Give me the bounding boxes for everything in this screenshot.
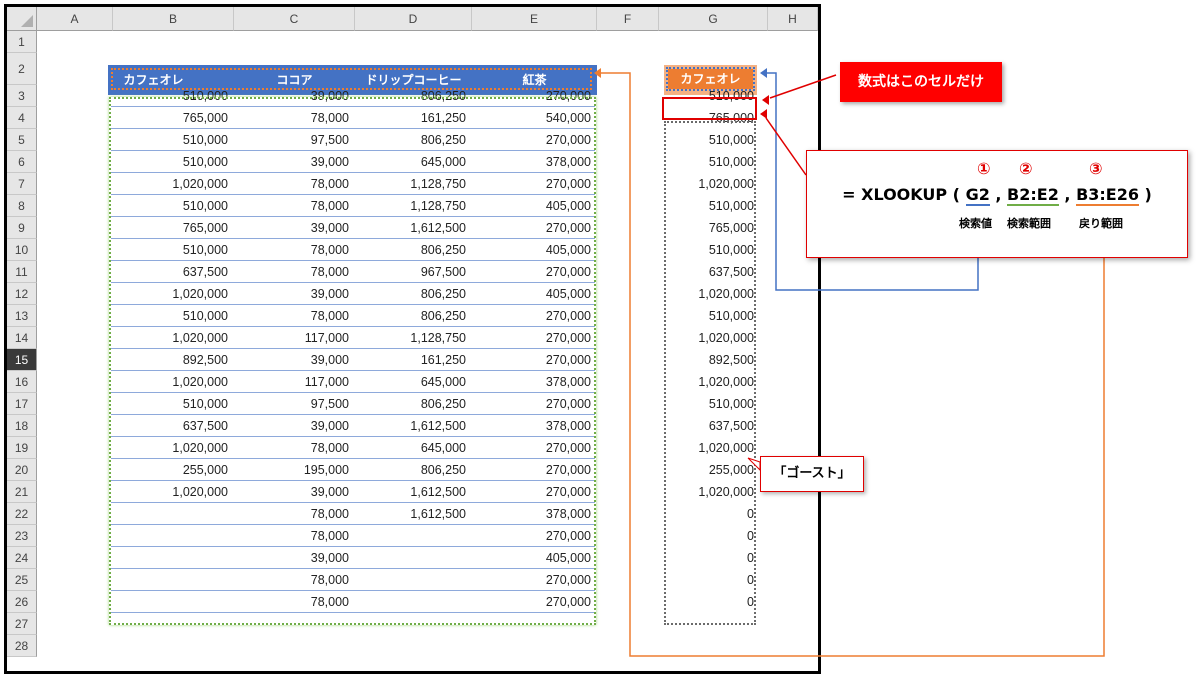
formula-suffix: ) (1138, 185, 1152, 204)
formula-arg3: B3:E26 (1076, 185, 1139, 206)
arg-label-1: 検索値 (959, 217, 992, 230)
arg-label-2: 検索範囲 (1007, 217, 1051, 230)
formula-only-callout: 数式はこのセルだけ (840, 62, 1002, 102)
orange-arrow-icon (594, 68, 601, 78)
ghost-callout: 「ゴースト」 (760, 456, 864, 492)
arg-number-1: ① (977, 159, 991, 178)
arg-number-3: ③ (1089, 159, 1103, 178)
connector-lines (594, 68, 1105, 657)
ghost-callout-tail (747, 457, 761, 472)
red-arrow-icon-1 (762, 95, 769, 105)
formula-text: = XLOOKUP ( G2 , B2:E2 , B3:E26 ) (807, 185, 1187, 206)
formula-prefix: = XLOOKUP ( (842, 185, 966, 204)
arg-label-3: 戻り範囲 (1079, 217, 1123, 230)
formula-callout: = XLOOKUP ( G2 , B2:E2 , B3:E26 ) ① ② ③ 検索値 検… (806, 150, 1188, 258)
formula-arg2: B2:E2 (1007, 185, 1059, 206)
formula-sep2: , (1058, 185, 1077, 204)
formula-sep1: , (989, 185, 1008, 204)
red-pointer-2 (765, 117, 807, 176)
formula-arg1: G2 (965, 185, 990, 206)
red-arrow-icon-2 (760, 109, 767, 119)
blue-arrow-icon (760, 68, 767, 78)
red-pointer-1 (769, 74, 837, 99)
arg-number-2: ② (1019, 159, 1033, 178)
